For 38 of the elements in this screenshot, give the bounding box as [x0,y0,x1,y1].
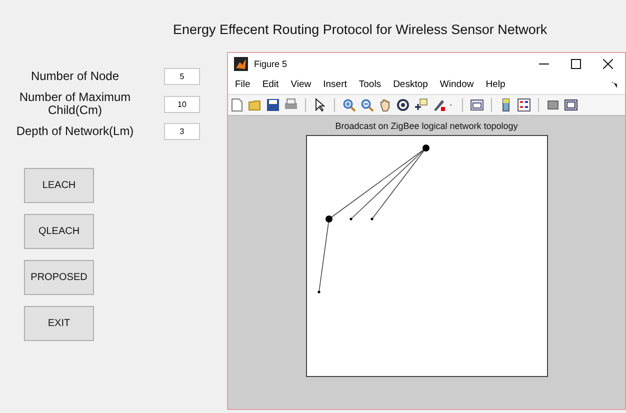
menu-item[interactable]: File [235,79,250,90]
menu-item[interactable]: Tools [358,79,382,90]
input-field[interactable]: 10 [164,96,200,112]
field-label: Number of Node [30,70,120,83]
action-button[interactable]: LEACH [24,168,94,203]
menu-item[interactable]: Desktop [393,79,428,90]
figure-title: Figure 5 [254,59,288,69]
legend-icon[interactable] [517,98,531,112]
plot-title: Broadcast on ZigBee logical network topology [335,121,518,131]
window-icon[interactable] [470,98,484,112]
input-field[interactable]: 3 [164,123,200,140]
data-cursor-icon[interactable] [414,98,428,112]
close-icon[interactable] [603,59,613,69]
rotate-icon[interactable] [396,98,410,112]
maximize-icon[interactable] [571,59,581,69]
menu-item[interactable]: Insert [323,79,347,90]
menu-item[interactable]: Help [486,79,506,90]
menu-item[interactable]: Edit [262,79,279,90]
pointer-icon[interactable] [313,98,327,112]
action-button[interactable]: PROPOSED [24,260,94,295]
logo-icon [234,57,248,71]
new-file-icon[interactable] [230,98,244,112]
hand-icon[interactable] [378,98,392,112]
square-icon[interactable] [546,98,560,112]
input-field[interactable]: 5 [164,68,200,85]
zoom-out-icon[interactable] [360,98,374,112]
panel-icon[interactable] [564,98,578,112]
printer-icon[interactable] [284,98,298,112]
action-button[interactable]: EXIT [24,306,94,341]
brush-icon[interactable] [432,98,446,112]
field-label: Number of Maximum Child(Cm) [18,91,132,117]
menu-item[interactable]: Window [440,79,474,90]
window-title: Energy Effecent Routing Protocol for Wireless Sensor Network [172,21,548,39]
zoom-in-icon[interactable] [342,98,356,112]
save-icon[interactable] [266,98,280,112]
action-button[interactable]: QLEACH [24,214,94,249]
menu-item[interactable]: View [290,79,312,90]
field-label: Depth of Network(Lm) [15,125,135,138]
